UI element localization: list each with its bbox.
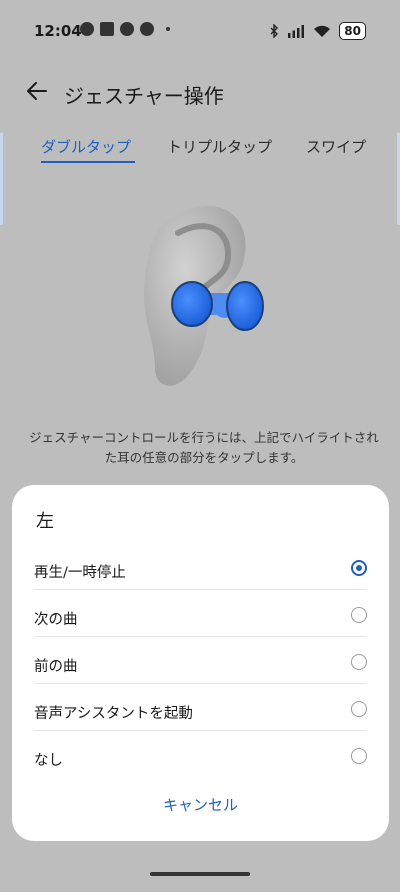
bluetooth-icon [270, 24, 279, 38]
radio-selected-icon[interactable] [351, 560, 367, 576]
ear-earbud-image [143, 205, 264, 386]
status-time: 12:04 [34, 22, 82, 40]
gesture-instruction-text: ジェスチャーコントロールを行うには、上記でハイライトされた耳の任意の部分をタップ… [29, 430, 379, 465]
option-label: 再生/一時停止 [34, 565, 126, 581]
sheet-title: 左 [36, 511, 54, 532]
action-bottom-sheet: 左 再生/一時停止 次の曲 前の曲 音声アシスタントを起動 なし キャンセル [12, 485, 389, 841]
home-indicator[interactable] [150, 872, 250, 876]
divider [34, 636, 367, 637]
radio-unselected-icon[interactable] [351, 654, 367, 670]
option-label: 音声アシスタントを起動 [34, 706, 193, 722]
option-play-pause[interactable]: 再生/一時停止 [34, 548, 367, 594]
option-previous-track[interactable]: 前の曲 [34, 642, 367, 688]
arrow-left-icon [27, 82, 47, 100]
status-left-icons [80, 22, 170, 36]
gesture-tabs: ダブルタップ トリプルタップ スワイプ [0, 130, 400, 170]
tab-swipe[interactable]: スワイプ [306, 136, 366, 157]
chat-icon [140, 22, 154, 36]
radio-unselected-icon[interactable] [351, 607, 367, 623]
ear-illustration [100, 198, 300, 398]
divider [34, 589, 367, 590]
tab-triple-tap[interactable]: トリプルタップ [167, 136, 272, 157]
option-label: 次の曲 [34, 612, 78, 628]
more-notifications-dot-icon [166, 27, 170, 31]
radio-unselected-icon[interactable] [351, 701, 367, 717]
option-next-track[interactable]: 次の曲 [34, 595, 367, 641]
status-right: 80 [269, 22, 366, 40]
page-title: ジェスチャー操作 [64, 84, 224, 108]
tab-double-tap[interactable]: ダブルタップ [41, 136, 131, 157]
divider [34, 730, 367, 731]
notification-icon [100, 22, 114, 36]
sync-icon [80, 22, 94, 36]
app-bar: ジェスチャー操作 [0, 72, 400, 112]
wifi-icon [314, 25, 331, 37]
option-label: 前の曲 [34, 659, 78, 675]
divider [34, 683, 367, 684]
option-label: なし [34, 753, 63, 769]
cat-icon [120, 22, 134, 36]
status-bar: 12:04 80 [0, 0, 400, 62]
option-none[interactable]: なし [34, 736, 367, 782]
active-tab-indicator [41, 161, 135, 163]
back-button[interactable] [22, 76, 52, 106]
radio-unselected-icon[interactable] [351, 748, 367, 764]
option-voice-assistant[interactable]: 音声アシスタントを起動 [34, 689, 367, 735]
cancel-button[interactable]: キャンセル [12, 794, 389, 815]
battery-icon: 80 [339, 22, 366, 40]
signal-icon [288, 24, 305, 38]
